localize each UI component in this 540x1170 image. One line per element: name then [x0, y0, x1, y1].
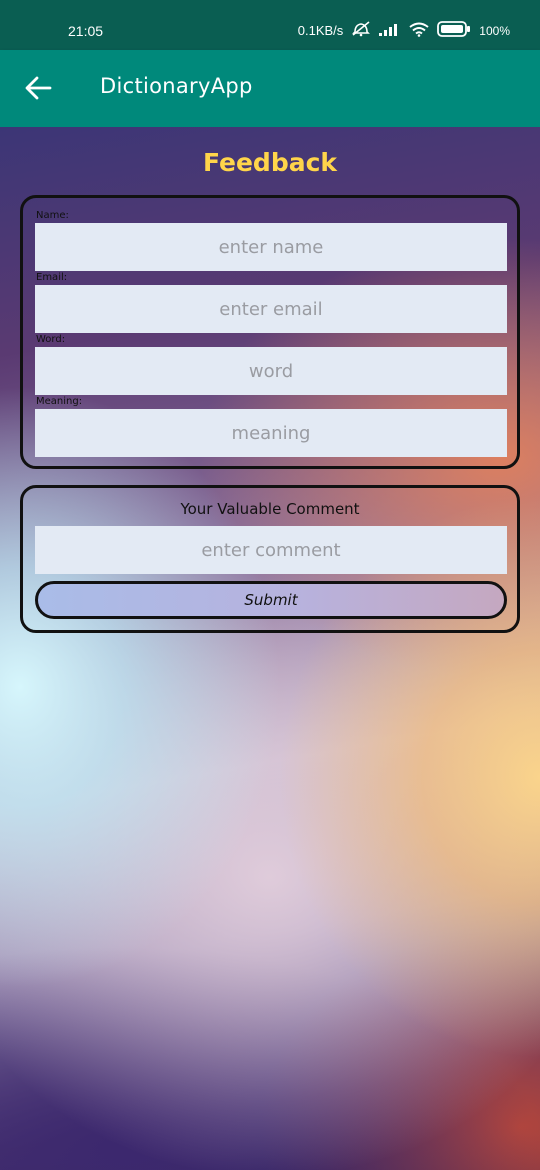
status-indicators: 0.1KB/s 100%	[298, 21, 510, 40]
back-button[interactable]	[22, 74, 54, 104]
back-arrow-icon	[25, 76, 52, 100]
meaning-field[interactable]	[35, 409, 507, 457]
name-label: Name:	[36, 210, 69, 221]
network-speed: 0.1KB/s	[297, 23, 344, 38]
app-bar: DictionaryApp	[0, 50, 540, 127]
mute-icon	[351, 21, 371, 40]
comment-field[interactable]	[35, 526, 507, 574]
comment-title: Your Valuable Comment	[180, 500, 360, 518]
word-label: Word:	[36, 334, 66, 345]
meaning-label: Meaning:	[36, 396, 83, 407]
battery-icon	[437, 21, 471, 40]
signal-icon	[379, 22, 401, 39]
status-bar: 21:05 0.1KB/s 100%	[0, 0, 540, 50]
battery-percent: 100%	[479, 23, 510, 38]
word-field[interactable]	[35, 347, 507, 395]
app-title: DictionaryApp	[100, 74, 253, 98]
feedback-form-card: Name: Email: Word: Meaning:	[20, 195, 520, 469]
name-field[interactable]	[35, 223, 507, 271]
email-field[interactable]	[35, 285, 507, 333]
status-time: 21:05	[68, 23, 104, 39]
comment-card: Your Valuable Comment Submit	[20, 485, 520, 633]
submit-button[interactable]: Submit	[35, 581, 507, 619]
email-label: Email:	[36, 272, 68, 283]
wifi-icon	[409, 22, 429, 40]
page-title: Feedback	[202, 148, 338, 177]
